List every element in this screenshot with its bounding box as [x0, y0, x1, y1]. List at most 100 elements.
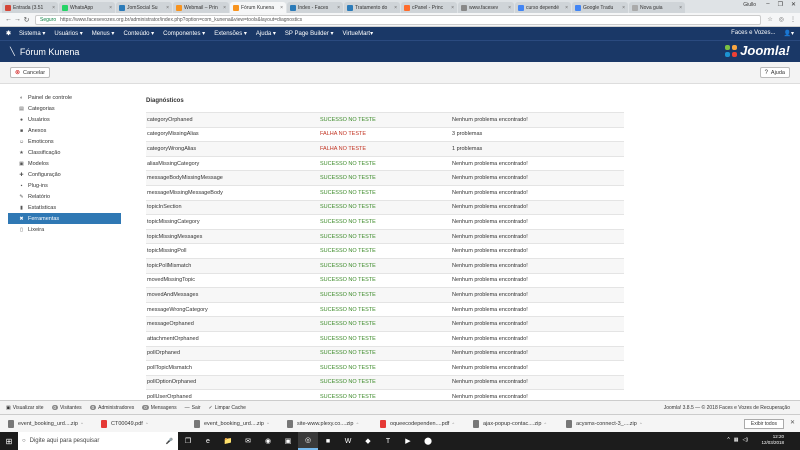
- browser-tab[interactable]: WhatsApp ×: [59, 2, 115, 13]
- sidebar-item[interactable]: ▯ Lixeira: [8, 224, 121, 235]
- download-item[interactable]: CT00049.pdf ^: [101, 419, 180, 428]
- taskbar-app-icon[interactable]: ◆: [358, 432, 378, 450]
- tab-close-icon[interactable]: ×: [508, 5, 511, 11]
- taskbar-app-icon[interactable]: ◉: [258, 432, 278, 450]
- browser-tab[interactable]: Index - Faces ×: [287, 2, 343, 13]
- browser-user-name[interactable]: Giullo: [743, 2, 756, 8]
- tab-close-icon[interactable]: ×: [337, 5, 340, 11]
- show-all-downloads-button[interactable]: Exibir todos: [743, 419, 784, 429]
- chevron-up-icon[interactable]: ^: [727, 437, 729, 443]
- reload-icon[interactable]: ↻: [22, 16, 31, 24]
- download-item[interactable]: acysms-connect-3_....zip ^: [566, 419, 645, 428]
- sidebar-item[interactable]: ▣ Modelos: [8, 158, 121, 169]
- taskbar-app-icon[interactable]: ✉: [238, 432, 258, 450]
- taskbar-app-icon[interactable]: ❐: [178, 432, 198, 450]
- chevron-up-icon[interactable]: ^: [356, 421, 358, 426]
- joomla-menu-icon[interactable]: ✱: [6, 30, 11, 37]
- browser-tab[interactable]: www.facesev ×: [458, 2, 514, 13]
- tab-close-icon[interactable]: ×: [565, 5, 568, 11]
- sidebar-item[interactable]: ▪ Plug-ins: [8, 180, 121, 191]
- extension-icon[interactable]: ◎: [779, 16, 784, 23]
- cancel-button[interactable]: ⊗ Cancelar: [10, 67, 51, 78]
- taskbar-app-icon[interactable]: W: [338, 432, 358, 450]
- logout-link[interactable]: — Sair: [185, 405, 201, 411]
- tab-close-icon[interactable]: ×: [280, 5, 283, 11]
- windows-start-icon[interactable]: ⊞: [0, 437, 18, 446]
- sidebar-item[interactable]: ● Usuários: [8, 114, 121, 125]
- sidebar-item[interactable]: ◐ Painel de controle: [8, 92, 121, 103]
- view-site-link[interactable]: ▣ Visualizar site: [6, 405, 44, 411]
- taskbar-app-icon[interactable]: 📁: [218, 432, 238, 450]
- taskbar-app-icon[interactable]: ◎: [298, 432, 318, 450]
- browser-tab[interactable]: JomSocial Su ×: [116, 2, 172, 13]
- tab-close-icon[interactable]: ×: [622, 5, 625, 11]
- browser-tab[interactable]: Webmail – Prin ×: [173, 2, 229, 13]
- browser-tab[interactable]: Entrada (3.51 ×: [2, 2, 58, 13]
- close-download-bar-icon[interactable]: ✕: [790, 419, 795, 426]
- close-icon[interactable]: ✕: [791, 1, 796, 8]
- admin-menu-item[interactable]: Conteúdo ▾: [123, 30, 154, 37]
- taskbar-app-icon[interactable]: e: [198, 432, 218, 450]
- help-button[interactable]: ? Ajuda: [759, 67, 790, 78]
- browser-tab[interactable]: Fórum Kunena ×: [230, 2, 286, 13]
- tab-close-icon[interactable]: ×: [679, 5, 682, 11]
- admin-menu-item[interactable]: Extensões ▾: [214, 30, 247, 37]
- taskbar-app-icon[interactable]: ⬤: [418, 432, 438, 450]
- minimize-icon[interactable]: –: [766, 1, 769, 8]
- forward-icon[interactable]: →: [13, 16, 22, 23]
- admin-menu-item[interactable]: Ajuda ▾: [256, 30, 276, 37]
- tab-close-icon[interactable]: ×: [109, 5, 112, 11]
- maximize-icon[interactable]: ❐: [778, 1, 783, 8]
- chevron-up-icon[interactable]: ^: [146, 421, 148, 426]
- taskbar-search-input[interactable]: ○ Digite aqui para pesquisar 🎤: [18, 432, 178, 450]
- download-item[interactable]: ajax-popup-contac....zip ^: [473, 419, 552, 428]
- admin-menu-item[interactable]: SP Page Builder ▾: [285, 30, 334, 37]
- taskbar-app-icon[interactable]: ■: [318, 432, 338, 450]
- clock[interactable]: 12:20 12/03/2018: [761, 434, 784, 446]
- download-item[interactable]: oqueecodependen....pdf ^: [380, 419, 459, 428]
- bookmark-star-icon[interactable]: ☆: [767, 16, 772, 23]
- admin-menu-item[interactable]: Componentes ▾: [163, 30, 205, 37]
- browser-tab[interactable]: Nova guia ×: [629, 2, 685, 13]
- chevron-up-icon[interactable]: ^: [544, 421, 546, 426]
- sidebar-item[interactable]: ✖ Ferramentas: [8, 213, 121, 224]
- admin-menu-item[interactable]: VirtueMart▾: [343, 30, 374, 37]
- user-menu-icon[interactable]: 👤▾: [784, 30, 795, 37]
- microphone-icon[interactable]: 🎤: [166, 438, 173, 445]
- taskbar-app-icon[interactable]: ▣: [278, 432, 298, 450]
- tab-close-icon[interactable]: ×: [394, 5, 397, 11]
- sidebar-item[interactable]: ☺ Emoticons: [8, 136, 121, 147]
- sidebar-item[interactable]: ✚ Configuração: [8, 169, 121, 180]
- download-item[interactable]: site-www.plexy.co....zip ^: [287, 419, 366, 428]
- browser-tab[interactable]: curso dependé ×: [515, 2, 571, 13]
- admin-menu-item[interactable]: Usuários ▾: [54, 30, 82, 37]
- browser-tab[interactable]: Google Tradu ×: [572, 2, 628, 13]
- admin-menu-item[interactable]: Sistema ▾: [19, 30, 45, 37]
- clear-cache-link[interactable]: ✓ Limpar Cache: [209, 405, 246, 411]
- tab-close-icon[interactable]: ×: [223, 5, 226, 11]
- back-icon[interactable]: ←: [4, 16, 13, 23]
- sidebar-item[interactable]: ✎ Relatório: [8, 191, 121, 202]
- chevron-up-icon[interactable]: ^: [267, 421, 269, 426]
- tab-close-icon[interactable]: ×: [451, 5, 454, 11]
- chevron-up-icon[interactable]: ^: [81, 421, 83, 426]
- url-input[interactable]: Seguro https://www.facesevozes.org.br/ad…: [35, 14, 762, 25]
- browser-menu-icon[interactable]: ⋮: [790, 16, 796, 23]
- download-item[interactable]: event_booking_urd....zip ^: [194, 419, 273, 428]
- taskbar-app-icon[interactable]: T: [378, 432, 398, 450]
- browser-tab[interactable]: Tratamento do ×: [344, 2, 400, 13]
- chevron-up-icon[interactable]: ^: [640, 421, 642, 426]
- messages-status[interactable]: 0 Mensagens: [142, 405, 177, 411]
- sidebar-item[interactable]: ▤ Categorias: [8, 103, 121, 114]
- sidebar-item[interactable]: ▮ Estatísticas: [8, 202, 121, 213]
- sidebar-item[interactable]: ■ Anexos: [8, 125, 121, 136]
- network-icon[interactable]: ▦: [734, 437, 739, 443]
- admin-menu-item[interactable]: Menus ▾: [92, 30, 115, 37]
- site-name-link[interactable]: Faces e Vozes...: [731, 30, 775, 37]
- tab-close-icon[interactable]: ×: [166, 5, 169, 11]
- sidebar-item[interactable]: ★ Classificação: [8, 147, 121, 158]
- chevron-up-icon[interactable]: ^: [452, 421, 454, 426]
- taskbar-app-icon[interactable]: ▶: [398, 432, 418, 450]
- browser-tab[interactable]: cPanel - Princ ×: [401, 2, 457, 13]
- volume-icon[interactable]: ◁): [742, 437, 748, 443]
